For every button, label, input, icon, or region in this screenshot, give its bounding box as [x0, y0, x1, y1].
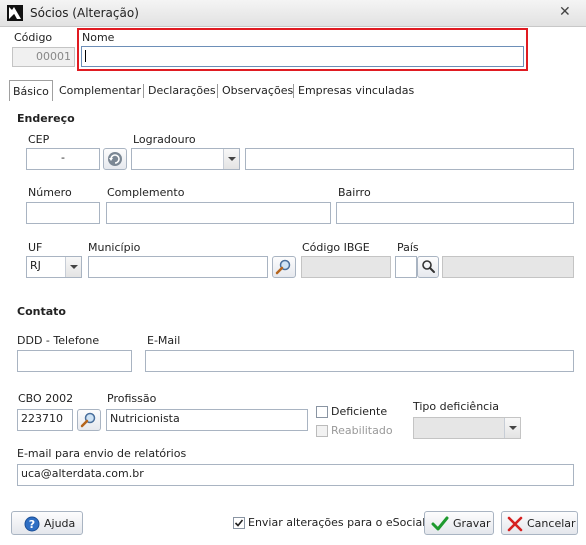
save-button-label: Gravar	[453, 517, 491, 530]
close-icon[interactable]: ✕	[559, 4, 571, 20]
tab-empresas-vinculadas[interactable]: Empresas vinculadas	[295, 82, 417, 100]
tab-complementar[interactable]: Complementar	[56, 82, 144, 100]
contato-section-title: Contato	[17, 305, 66, 318]
telefone-label: DDD - Telefone	[17, 334, 100, 347]
tab-basico[interactable]: Básico	[9, 80, 53, 103]
nome-input[interactable]	[81, 46, 524, 67]
save-button[interactable]: Gravar	[424, 511, 494, 535]
cbo-label: CBO 2002	[18, 392, 74, 405]
search-icon	[80, 412, 96, 428]
complemento-label: Complemento	[107, 186, 185, 199]
chevron-down-icon	[504, 418, 520, 438]
check-icon	[234, 519, 244, 527]
email-input[interactable]	[145, 350, 574, 372]
uf-value: RJ	[30, 259, 41, 272]
cep-input[interactable]: -	[26, 148, 100, 170]
cep-label: CEP	[28, 133, 50, 146]
complemento-input[interactable]	[106, 202, 331, 224]
chevron-down-icon	[223, 149, 239, 169]
tab-declaracoes[interactable]: Declarações	[145, 82, 219, 100]
tab-bar: Básico Complementar Declarações Observaç…	[0, 80, 586, 103]
search-icon	[275, 259, 291, 275]
help-button[interactable]: ? Ajuda	[11, 511, 83, 535]
reabilitado-label: Reabilitado	[331, 424, 393, 437]
tipo-deficiencia-select	[413, 417, 521, 439]
pais-code-input[interactable]	[395, 256, 417, 278]
pais-label: País	[397, 241, 419, 254]
tab-separator	[293, 84, 294, 98]
uf-select[interactable]: RJ	[26, 256, 82, 278]
cbo-input[interactable]: 223710	[17, 409, 73, 431]
esocial-checkbox[interactable]	[233, 517, 245, 529]
close-icon	[507, 516, 523, 532]
cep-search-button[interactable]	[103, 148, 127, 170]
bairro-label: Bairro	[338, 186, 371, 199]
pais-search-button[interactable]	[417, 256, 439, 278]
app-logo-icon	[7, 5, 23, 21]
search-icon	[422, 260, 435, 273]
telefone-input[interactable]	[17, 350, 132, 372]
help-button-label: Ajuda	[44, 517, 76, 530]
checkmark-icon	[431, 516, 449, 531]
endereco-section-title: Endereço	[17, 112, 75, 125]
esocial-label: Enviar alterações para o eSocial	[248, 516, 426, 529]
numero-label: Número	[28, 186, 72, 199]
tipo-deficiencia-label: Tipo deficiência	[413, 400, 500, 413]
svg-text:?: ?	[29, 518, 35, 531]
deficiente-label: Deficiente	[331, 405, 388, 418]
title-bar: Sócios (Alteração) ✕	[0, 0, 586, 27]
municipio-label: Município	[88, 241, 141, 254]
profissao-label: Profissão	[107, 392, 157, 405]
logradouro-label: Logradouro	[133, 133, 196, 146]
logradouro-type-select[interactable]	[131, 148, 240, 170]
chevron-down-icon	[65, 257, 81, 277]
refresh-globe-icon	[108, 152, 122, 166]
bairro-input[interactable]	[336, 202, 574, 224]
logradouro-input[interactable]	[245, 148, 574, 170]
deficiente-checkbox[interactable]	[316, 406, 328, 418]
uf-label: UF	[28, 241, 43, 254]
municipio-input[interactable]	[88, 256, 268, 278]
ibge-field	[301, 256, 391, 278]
municipio-search-button[interactable]	[272, 256, 296, 278]
cbo-search-button[interactable]	[77, 409, 101, 431]
ibge-label: Código IBGE	[302, 241, 370, 254]
cancel-button-label: Cancelar	[527, 517, 576, 530]
window-title: Sócios (Alteração)	[30, 6, 139, 20]
relatorio-email-input[interactable]: uca@alterdata.com.br	[17, 464, 574, 486]
profissao-input[interactable]: Nutricionista	[106, 409, 308, 431]
relatorio-email-label: E-mail para envio de relatórios	[17, 447, 187, 460]
reabilitado-checkbox	[316, 425, 328, 437]
text-cursor	[85, 50, 86, 62]
tab-observacoes[interactable]: Observações	[219, 82, 296, 100]
tab-separator	[217, 84, 218, 98]
nome-label: Nome	[82, 31, 115, 44]
tab-separator	[143, 84, 144, 98]
cancel-button[interactable]: Cancelar	[501, 511, 578, 535]
email-label: E-Mail	[147, 334, 181, 347]
help-icon: ?	[24, 516, 40, 532]
codigo-field: 00001	[12, 47, 75, 67]
pais-name-field	[442, 256, 574, 278]
codigo-label: Código	[14, 31, 53, 44]
numero-input[interactable]	[26, 202, 100, 224]
